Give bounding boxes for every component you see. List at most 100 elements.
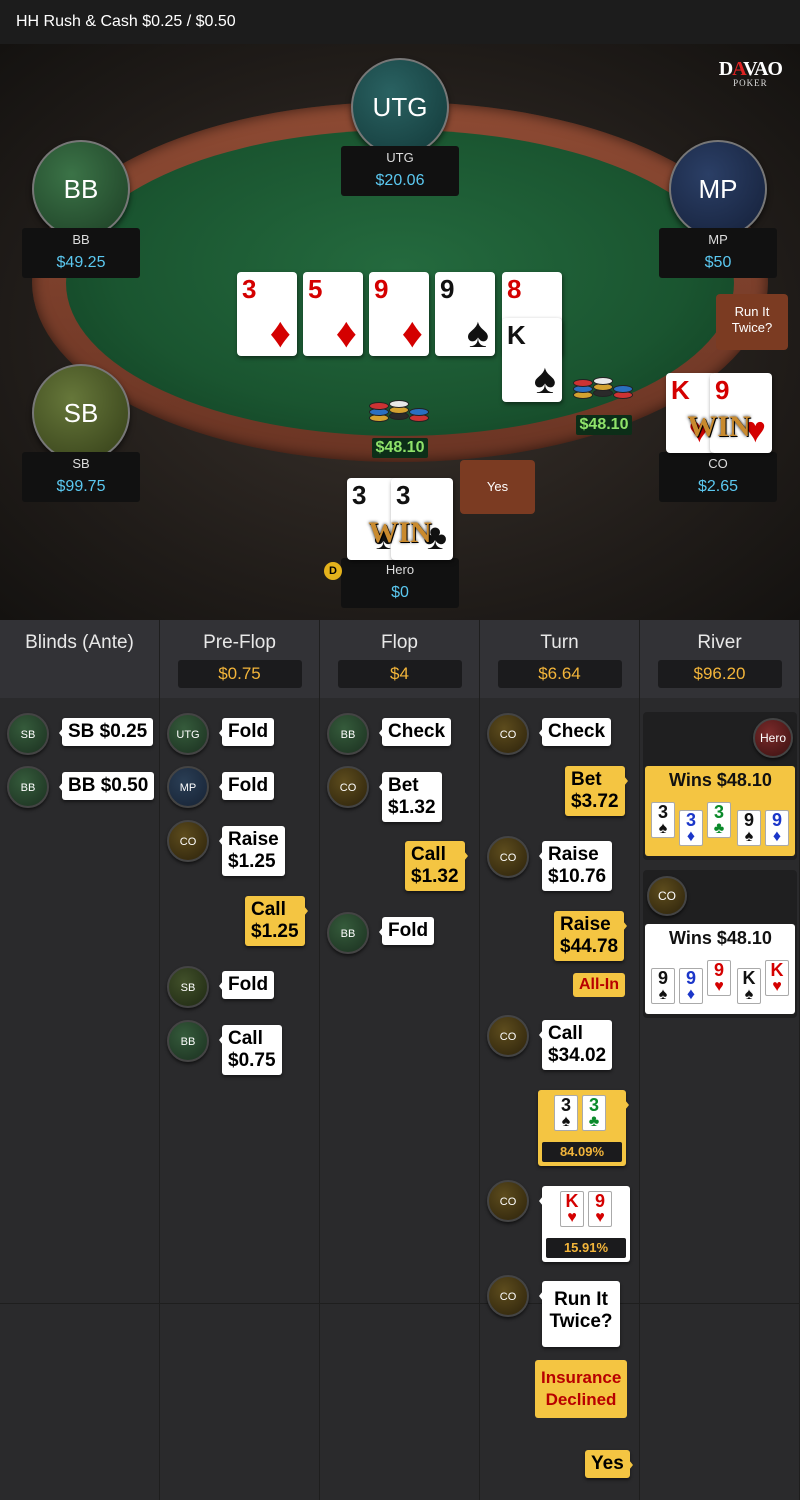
spade-icon: ♠	[744, 828, 754, 845]
run-it-twice-prompt[interactable]: Run It Twice?	[716, 294, 788, 350]
action-bubble: Fold	[218, 772, 275, 800]
card-rank: 3	[352, 480, 367, 510]
board-card: K ♠	[502, 318, 562, 402]
spade-icon: ♠	[744, 986, 754, 1003]
diamond-icon: ♦	[772, 828, 782, 845]
action-amount: $3.72	[571, 791, 619, 812]
card-rank: 9	[713, 960, 724, 980]
street-header-turn: Turn $6.64	[480, 620, 640, 698]
street-header-flop: Flop $4	[320, 620, 480, 698]
action-amount: $44.78	[560, 936, 619, 957]
mini-card: 3 ♣	[582, 1095, 606, 1131]
seat-co[interactable]: CO $2.65	[659, 452, 777, 502]
card-rank: 3	[396, 480, 411, 510]
card-rank: K	[671, 375, 690, 405]
player-stack: $49.25	[56, 254, 106, 271]
action-amount: $34.02	[548, 1045, 607, 1066]
action-bubble: Raise $1.25	[219, 826, 285, 876]
street-header-blinds: Blinds (Ante)	[0, 620, 160, 698]
pot-amount: $48.10	[371, 438, 429, 458]
diamond-icon: ♦	[269, 309, 291, 356]
mini-card: K ♠	[737, 968, 761, 1004]
seat-avatar: UTG	[351, 58, 449, 156]
player-name: SB	[72, 456, 90, 471]
avatar-hero: Hero	[753, 718, 793, 758]
action-bubble: Fold	[218, 718, 275, 746]
player-stack: $20.06	[375, 172, 425, 189]
player-name: Hero	[385, 562, 415, 577]
seat-utg[interactable]: UTG UTG $20.06	[341, 58, 459, 196]
card-rank: 3	[560, 1095, 571, 1115]
avatar-mp: MP	[167, 766, 209, 808]
all-in-badge: All-In	[573, 973, 625, 997]
card-rank: 9	[715, 375, 730, 405]
yes-prompt[interactable]: Yes	[460, 460, 535, 514]
avatar-co: CO	[487, 713, 529, 755]
action-type: Call	[411, 844, 446, 865]
pot-amount: $48.10	[575, 415, 633, 435]
hero-action-bubble: Call $1.25	[245, 896, 308, 946]
action-amount: $1.25	[251, 921, 299, 942]
card-rank: 9	[743, 810, 754, 830]
action-bubble: SB $0.25	[58, 718, 154, 746]
heart-icon: ♥	[595, 1209, 605, 1226]
diamond-icon: ♦	[401, 309, 423, 356]
seat-avatar: MP	[669, 140, 767, 238]
action-bubble: Raise $10.76	[538, 841, 613, 891]
street-name: Flop	[381, 632, 418, 653]
action-bubble: BB $0.50	[58, 772, 155, 800]
avatar-sb: SB	[167, 966, 209, 1008]
card-rank: 3	[588, 1095, 599, 1115]
avatar-co: CO	[167, 820, 209, 862]
action-type: Call	[548, 1023, 583, 1044]
street-name: Pre-Flop	[203, 632, 276, 653]
avatar-bb: BB	[167, 1020, 209, 1062]
avatar-sb: SB	[7, 713, 49, 755]
mini-card: 3 ♣	[707, 802, 731, 838]
street-pot: $96.20	[657, 660, 782, 688]
mini-card: 9 ♦	[765, 810, 789, 846]
action-type: Bet	[388, 775, 419, 796]
seat-hero[interactable]: Hero $0	[341, 558, 459, 608]
card-rank: 3	[242, 274, 257, 304]
nameplate: BB $49.25	[22, 228, 140, 278]
avatar-bb: BB	[327, 912, 369, 954]
action-bubble: Fold	[378, 917, 435, 945]
club-icon: ♣	[588, 1113, 600, 1130]
action-bubble: Check	[378, 718, 452, 746]
action-amount: $10.76	[548, 866, 607, 887]
mini-card: 3 ♦	[679, 810, 703, 846]
insurance-status: Declined	[545, 1390, 617, 1409]
card-rank: 9	[685, 968, 696, 988]
action-bubble: Bet $1.32	[379, 772, 442, 822]
action-bubble: Run It Twice?	[539, 1281, 620, 1347]
avatar-bb: BB	[7, 766, 49, 808]
seat-bb[interactable]: BB BB $49.25	[22, 140, 140, 278]
seat-mp[interactable]: MP MP $50	[659, 140, 777, 278]
avatar-bb: BB	[327, 713, 369, 755]
co-equity-panel: K ♥ 9 ♥ 15.91%	[539, 1186, 630, 1262]
player-stack: $99.75	[56, 478, 106, 495]
nameplate: UTG $20.06	[341, 146, 459, 196]
nameplate: MP $50	[659, 228, 777, 278]
card-rank: K	[507, 320, 526, 350]
player-name: BB	[72, 232, 90, 247]
seat-avatar: SB	[32, 364, 130, 462]
mini-card: 9 ♥	[707, 960, 731, 996]
action-bubble: Check	[538, 718, 612, 746]
co-win-box: Wins $48.10 9 ♠ 9 ♦ 9 ♥ K ♠ K ♥	[645, 924, 795, 1014]
insurance-label: Insurance	[541, 1368, 622, 1387]
action-amount: $1.32	[388, 797, 436, 818]
card-rank: 3	[713, 802, 724, 822]
equity-value: 15.91%	[546, 1238, 626, 1258]
player-stack: $50	[704, 254, 732, 271]
action-type: Raise	[548, 844, 599, 865]
hero-action-bubble: Bet $3.72	[565, 766, 628, 816]
seat-sb[interactable]: SB SB $99.75	[22, 364, 140, 502]
board-card: 9 ♠	[435, 272, 495, 356]
board-card: 3 ♦	[237, 272, 297, 356]
avatar-co: CO	[487, 1015, 529, 1057]
action-bubble: Call $34.02	[538, 1020, 613, 1070]
action-type: Raise	[228, 829, 279, 850]
seat-avatar: BB	[32, 140, 130, 238]
